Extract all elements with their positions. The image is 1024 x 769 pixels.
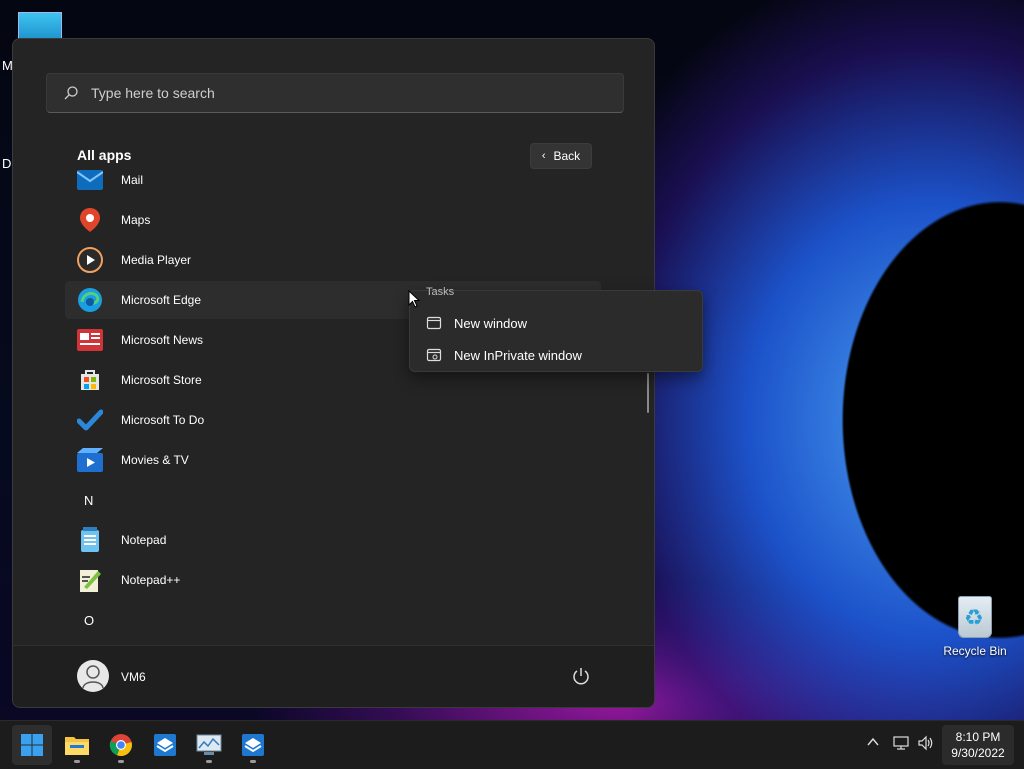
context-menu-header: Tasks bbox=[426, 286, 455, 298]
sandbox-app-icon bbox=[242, 734, 264, 756]
mouse-cursor-icon bbox=[408, 290, 420, 308]
volume-icon[interactable] bbox=[917, 735, 935, 751]
running-indicator bbox=[206, 760, 212, 763]
app-item-maps[interactable]: Maps bbox=[65, 201, 601, 239]
chevron-left-icon: ‹ bbox=[541, 150, 546, 162]
clock[interactable]: 8:10 PM 9/30/2022 bbox=[942, 725, 1014, 765]
app-item-notepadpp[interactable]: Notepad++ bbox=[65, 561, 601, 599]
app-label: Microsoft News bbox=[121, 333, 204, 347]
windows-logo-icon bbox=[21, 734, 43, 756]
recycle-bin-label: Recycle Bin bbox=[943, 644, 1007, 658]
monitor-app-icon bbox=[196, 734, 222, 755]
maps-icon bbox=[77, 207, 103, 233]
app-label: Movies & TV bbox=[121, 453, 189, 467]
context-item-label: New window bbox=[454, 315, 527, 331]
app-list: Mail Maps Media Player Microsoft Edge Mi… bbox=[65, 167, 601, 645]
window-icon bbox=[426, 316, 442, 330]
jump-list-context-menu: Tasks New window New InPrivate window bbox=[409, 286, 703, 372]
power-icon[interactable] bbox=[571, 666, 591, 686]
taskbar-file-explorer[interactable] bbox=[57, 725, 97, 765]
clock-date: 9/30/2022 bbox=[951, 746, 1005, 760]
sandbox-app-icon bbox=[154, 734, 176, 756]
start-button[interactable] bbox=[12, 725, 52, 765]
notepadpp-icon bbox=[77, 567, 103, 593]
search-box[interactable] bbox=[46, 73, 624, 113]
folder-icon bbox=[65, 737, 89, 755]
media-player-icon bbox=[77, 247, 103, 273]
app-label: Microsoft To Do bbox=[121, 413, 205, 427]
app-item-media-player[interactable]: Media Player bbox=[65, 241, 601, 279]
user-icon bbox=[82, 665, 104, 689]
running-indicator bbox=[74, 760, 80, 763]
chrome-icon bbox=[109, 734, 132, 757]
all-apps-title: All apps bbox=[77, 147, 132, 163]
app-label: Media Player bbox=[121, 253, 192, 267]
app-item-microsoft-to-do[interactable]: Microsoft To Do bbox=[65, 401, 601, 439]
start-menu: All apps ‹ Back Mail Maps Media Player bbox=[12, 38, 655, 708]
app-list-scrollbar[interactable] bbox=[647, 373, 649, 413]
network-icon[interactable] bbox=[893, 735, 909, 751]
back-button[interactable]: ‹ Back bbox=[530, 143, 592, 169]
app-label: Mail bbox=[121, 173, 144, 187]
context-item-new-inprivate-window[interactable]: New InPrivate window bbox=[410, 340, 702, 370]
recycle-bin[interactable]: Recycle Bin bbox=[940, 596, 1010, 658]
clock-time: 8:10 PM bbox=[955, 730, 1001, 744]
start-menu-footer: VM6 bbox=[13, 645, 654, 707]
app-label: Notepad bbox=[121, 533, 167, 547]
movies-tv-icon bbox=[77, 447, 103, 473]
context-item-label: New InPrivate window bbox=[454, 347, 582, 363]
user-name[interactable]: VM6 bbox=[121, 670, 146, 684]
app-label: Microsoft Store bbox=[121, 373, 202, 387]
section-letter: N bbox=[84, 492, 94, 508]
taskbar-app-3[interactable] bbox=[233, 725, 273, 765]
chevron-up-icon[interactable] bbox=[866, 735, 880, 749]
app-label: Microsoft Edge bbox=[121, 293, 202, 307]
running-indicator bbox=[250, 760, 256, 763]
context-item-new-window[interactable]: New window bbox=[410, 308, 702, 338]
back-button-label: Back bbox=[553, 149, 581, 163]
app-label: Maps bbox=[121, 213, 151, 227]
running-indicator bbox=[118, 760, 124, 763]
app-label: Notepad++ bbox=[121, 573, 181, 587]
app-section-letter-n[interactable]: N bbox=[65, 481, 601, 519]
taskbar-chrome[interactable] bbox=[101, 725, 141, 765]
search-input[interactable] bbox=[89, 84, 573, 102]
edge-icon bbox=[77, 287, 103, 313]
app-item-mail[interactable]: Mail bbox=[65, 167, 601, 199]
inprivate-window-icon bbox=[426, 348, 442, 362]
search-icon bbox=[64, 86, 78, 100]
notepad-icon bbox=[77, 527, 103, 553]
store-icon bbox=[77, 367, 103, 393]
recycle-bin-icon bbox=[958, 596, 992, 638]
app-item-notepad[interactable]: Notepad bbox=[65, 521, 601, 559]
taskbar-app-2[interactable] bbox=[189, 725, 229, 765]
app-section-letter-o[interactable]: O bbox=[65, 601, 601, 639]
mail-icon bbox=[77, 167, 103, 193]
taskbar-app-1[interactable] bbox=[145, 725, 185, 765]
todo-icon bbox=[77, 407, 103, 433]
app-item-movies-tv[interactable]: Movies & TV bbox=[65, 441, 601, 479]
news-icon bbox=[77, 327, 103, 353]
user-avatar[interactable] bbox=[77, 660, 109, 692]
section-letter: O bbox=[84, 612, 95, 628]
taskbar: 8:10 PM 9/30/2022 bbox=[0, 720, 1024, 769]
